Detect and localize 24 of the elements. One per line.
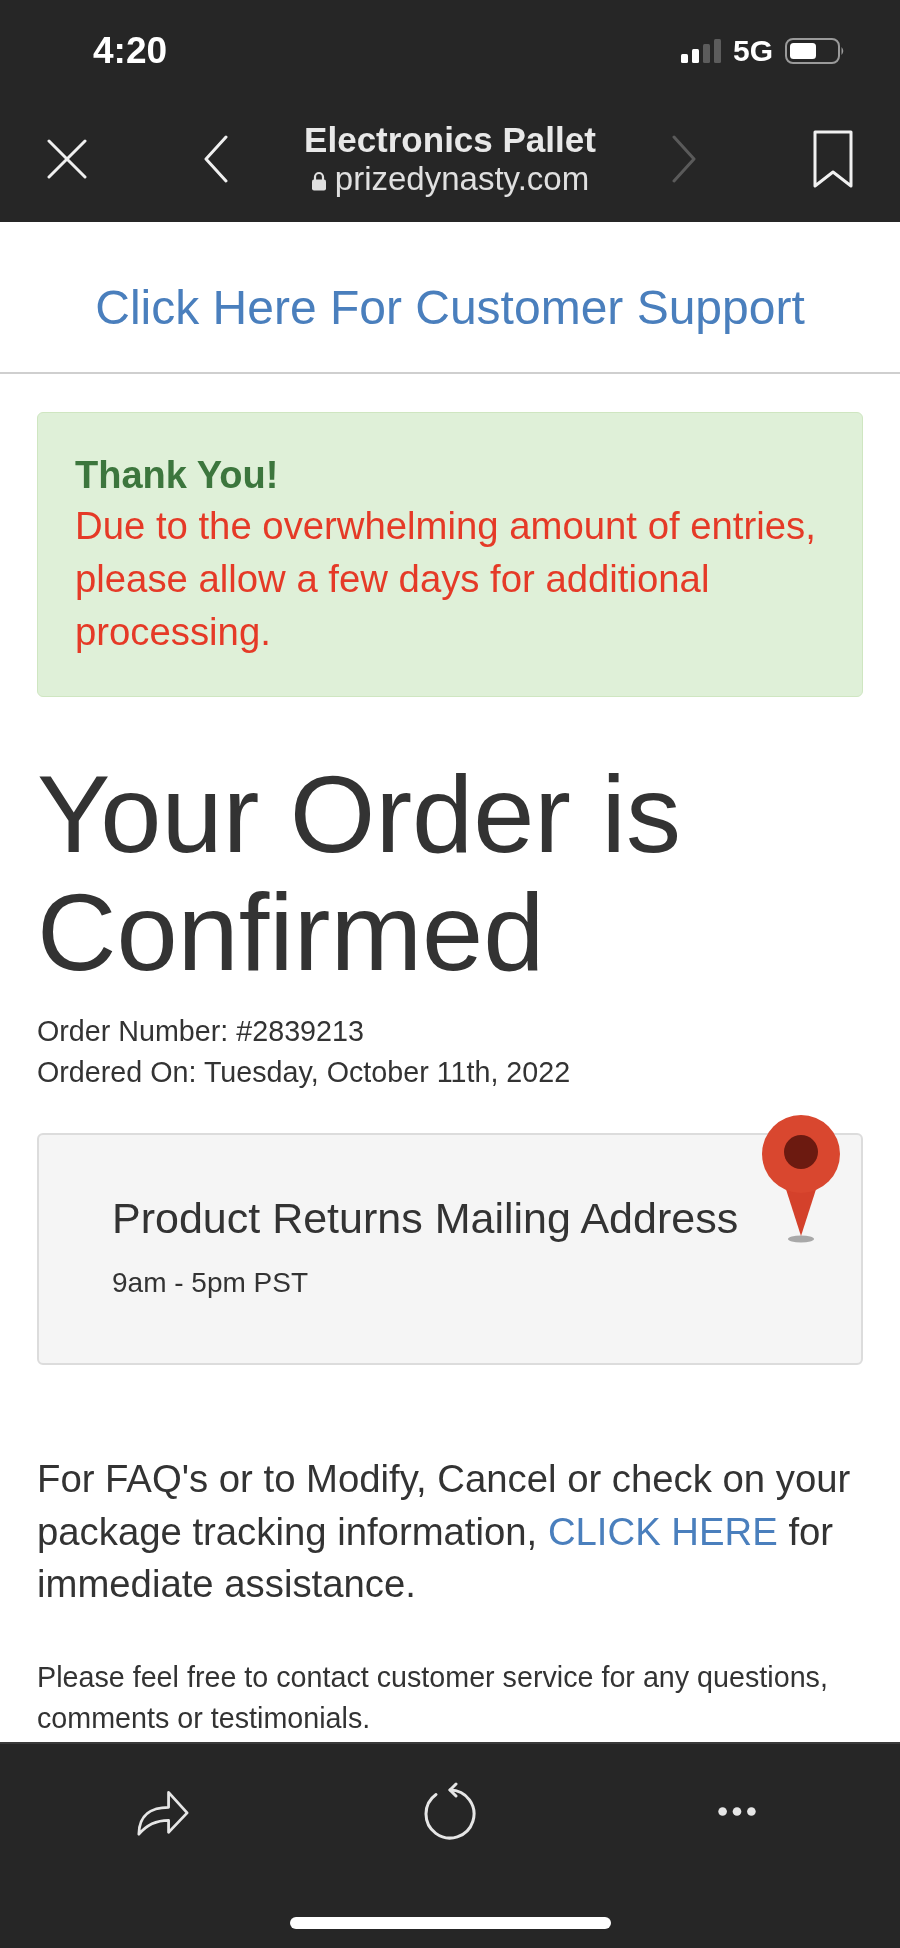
- lock-icon: [310, 170, 327, 191]
- order-detail: Ordered On: Tuesday, October 11th, 2022: [37, 1055, 572, 1090]
- signal-icon: [680, 39, 721, 63]
- address-title: Product Returns Mailing Address: [112, 1193, 740, 1243]
- close-icon[interactable]: [47, 139, 87, 179]
- alert-message: Due to the overwhelming amount of entries, please allow a few days for additional processing.: [75, 503, 817, 655]
- reload-icon[interactable]: [423, 1782, 477, 1840]
- network-label: 5G: [732, 34, 773, 68]
- contact-note: Please feel free to contact customer service for any questions, comments or testimonials.: [37, 1659, 829, 1736]
- alert-title: Thank You!: [75, 453, 280, 498]
- order-detail: Order Number: #2839213: [37, 1014, 365, 1049]
- battery-icon: [785, 38, 845, 64]
- faq-paragraph: For FAQ's or to Modify, Cancel or check on your package tracking information, CLICK HERE for immediate assistance.: [37, 1456, 852, 1607]
- more-icon[interactable]: [718, 1806, 756, 1816]
- click-here-link[interactable]: CLICK HERE: [547, 1509, 778, 1553]
- back-icon[interactable]: [203, 135, 229, 183]
- page-url[interactable]: prizedynasty.com: [334, 160, 590, 198]
- page-title: Electronics Pallet: [304, 120, 596, 160]
- status-time: 4:20: [93, 30, 168, 72]
- map-pin-icon: [759, 1114, 843, 1244]
- page-heading: Your Order is Confirmed: [37, 755, 682, 991]
- office-hours: 9am - 5pm PST: [112, 1266, 310, 1300]
- bookmark-icon[interactable]: [813, 130, 853, 188]
- customer-support-link[interactable]: Click Here For Customer Support: [95, 280, 805, 336]
